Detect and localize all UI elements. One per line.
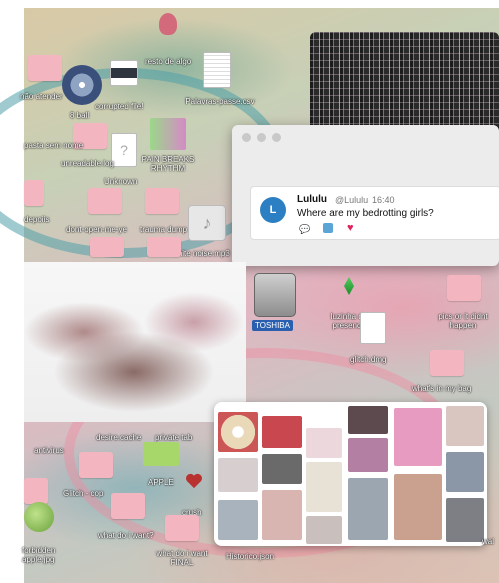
moodboard-tile[interactable]	[306, 462, 342, 512]
moodboard-tile[interactable]	[218, 500, 258, 540]
moodboard-tile[interactable]	[218, 458, 258, 492]
folder-partial-2[interactable]	[147, 237, 181, 257]
label-unknown: Unknown	[104, 177, 138, 186]
gradient-image-icon[interactable]	[150, 118, 186, 150]
label-unreadable: unreadable.log	[61, 159, 114, 168]
reply-icon[interactable]: 💬	[299, 224, 310, 235]
label-glitch-dmg: glitch.dmg	[350, 355, 387, 364]
moodboard-tile[interactable]	[218, 412, 258, 452]
folder-dont-open[interactable]	[88, 188, 122, 214]
folder-antivirus[interactable]	[24, 478, 48, 504]
label-antivirus: antivirus	[34, 446, 64, 455]
label-8-ball: 8 ball	[70, 111, 90, 120]
moodboard-tile[interactable]	[262, 490, 302, 540]
folder-glitch-cop[interactable]	[79, 452, 113, 478]
moodboard-window[interactable]	[214, 402, 487, 546]
folder-pics[interactable]	[447, 275, 481, 301]
folder-what-do-i-want-final[interactable]	[165, 515, 199, 541]
eight-ball-icon[interactable]	[62, 65, 102, 105]
moodboard-tile[interactable]	[394, 408, 442, 466]
moodboard-tile[interactable]	[446, 406, 484, 446]
label-trauma-dump: trauma dump	[140, 225, 188, 234]
moodboard-tile[interactable]	[348, 406, 388, 434]
tweet-time: 16:40	[372, 195, 395, 205]
window-close-button[interactable]	[242, 133, 251, 142]
sculpture-image[interactable]	[24, 262, 246, 422]
moodboard-tile[interactable]	[262, 454, 302, 484]
folder-what-do-i-want[interactable]	[111, 493, 145, 519]
label-nao-atender: não atender	[20, 92, 63, 101]
label-forbidden-apple: forbidden apple.jpg	[22, 546, 56, 564]
avatar[interactable]: L	[260, 197, 286, 223]
retweet-icon[interactable]	[323, 223, 333, 233]
spreadsheet-icon[interactable]	[203, 52, 231, 88]
label-desire-cache: desire.cache	[96, 433, 142, 442]
unknown-file-icon[interactable]: ?	[111, 133, 137, 167]
heart-icon[interactable]	[185, 473, 203, 489]
apple-image-icon[interactable]	[24, 502, 54, 532]
moodboard-tile[interactable]	[348, 438, 388, 472]
wallpaper-flower	[159, 13, 177, 35]
label-toshiba[interactable]: TOSHIBA	[252, 320, 293, 331]
folder-nao-atender[interactable]	[28, 55, 62, 81]
folder-trauma-dump[interactable]	[145, 188, 179, 214]
moodboard-tile[interactable]	[446, 498, 484, 542]
label-corrupted-file: corrupted file!	[95, 102, 144, 111]
moodboard-tile[interactable]	[348, 478, 388, 540]
folder-whats-in-my-bag[interactable]	[430, 350, 464, 376]
label-pasta-sem-nome: pasta sem nome	[24, 141, 84, 150]
moodboard-tile[interactable]	[306, 428, 342, 458]
folder-depoiis[interactable]	[24, 180, 44, 206]
green-folder-icon[interactable]	[143, 442, 179, 466]
corrupted-file-icon[interactable]	[110, 60, 138, 86]
moodboard-tile[interactable]	[446, 452, 484, 492]
label-pain-breaks: PAIN BREAKS RHYTHM	[141, 155, 195, 173]
label-glitch-cop: Glitch - cop	[63, 489, 104, 498]
folder-partial-1[interactable]	[90, 237, 124, 257]
label-partial-right: wal	[482, 537, 495, 546]
moodboard-tile[interactable]	[262, 416, 302, 448]
tweet-author-name[interactable]: Lululu	[297, 194, 327, 205]
label-resto-de-algo: resto de algo	[145, 57, 192, 66]
label-what-do-i-want: what do i want?	[98, 531, 154, 540]
window-zoom-button[interactable]	[272, 133, 281, 142]
heart-icon[interactable]: ♥	[347, 222, 354, 234]
music-note-icon[interactable]: ♪	[188, 205, 226, 241]
moodboard-tile[interactable]	[394, 474, 442, 540]
window-minimize-button[interactable]	[257, 133, 266, 142]
moodboard-tile[interactable]	[306, 516, 342, 544]
label-whats-in-my-bag: what's in my bag	[412, 384, 472, 393]
label-private-tab: private tab	[155, 433, 193, 442]
label-apple: APPLE	[148, 478, 174, 487]
label-depoiis: depoiis	[24, 215, 50, 224]
label-pics: pics or it didnt happen	[438, 312, 488, 330]
disk-image-icon[interactable]	[360, 312, 386, 344]
tweet-card[interactable]: L Lululu @Lululu 16:40 Where are my bedr…	[250, 186, 499, 240]
drive-icon[interactable]	[254, 273, 296, 317]
label-what-do-i-want-final: what do i want FINAL	[156, 549, 208, 567]
label-historico: Historico.json	[226, 552, 275, 561]
tweet-author-handle: @Lululu	[335, 195, 369, 205]
label-palavras-passe: Palavras-passe.csv	[185, 97, 255, 106]
tweet-text: Where are my bedrotting girls?	[297, 208, 434, 219]
label-dont-open: dont-open-me-ye	[66, 225, 127, 234]
desktop: não atender 8 ball corrupted file! resto…	[0, 0, 499, 583]
